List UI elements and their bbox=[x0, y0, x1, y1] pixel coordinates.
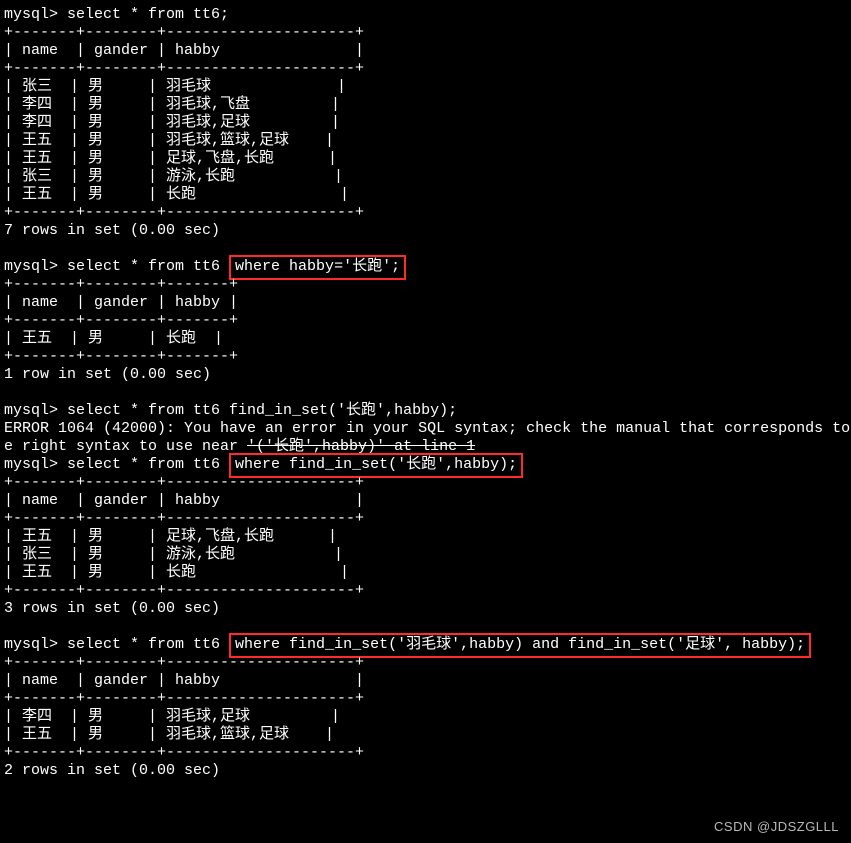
table-border: +-------+--------+---------------------+ bbox=[4, 474, 364, 491]
table-border: +-------+--------+-------+ bbox=[4, 276, 238, 293]
table-row: | 李四 | 男 | 羽毛球,足球 | bbox=[4, 114, 340, 131]
result-footer: 2 rows in set (0.00 sec) bbox=[4, 762, 220, 779]
table-header: | name | gander | habby | bbox=[4, 492, 364, 509]
highlight-where-1: where habby='长跑'; bbox=[229, 255, 406, 280]
table-header: | name | gander | habby | bbox=[4, 672, 364, 689]
mysql-prompt: mysql> bbox=[4, 636, 67, 653]
table-border: +-------+--------+---------------------+ bbox=[4, 690, 364, 707]
table-row: | 张三 | 男 | 游泳,长跑 | bbox=[4, 168, 343, 185]
table-row: | 李四 | 男 | 羽毛球,飞盘 | bbox=[4, 96, 340, 113]
sql-query-3: select * from tt6 find_in_set('长跑',habby… bbox=[67, 402, 457, 419]
result-footer: 7 rows in set (0.00 sec) bbox=[4, 222, 220, 239]
table-row: | 李四 | 男 | 羽毛球,足球 | bbox=[4, 708, 340, 725]
table-border: +-------+--------+---------------------+ bbox=[4, 582, 364, 599]
sql-query-2-pre: select * from tt6 bbox=[67, 258, 229, 275]
mysql-prompt: mysql> bbox=[4, 456, 67, 473]
table-row: | 王五 | 男 | 足球,飞盘,长跑 | bbox=[4, 150, 337, 167]
table-header: | name | gander | habby | bbox=[4, 42, 364, 59]
terminal-output: mysql> select * from tt6;+-------+------… bbox=[0, 0, 851, 843]
table-row: | 王五 | 男 | 长跑 | bbox=[4, 330, 223, 347]
table-border: +-------+--------+---------------------+ bbox=[4, 204, 364, 221]
table-row: | 王五 | 男 | 羽毛球,篮球,足球 | bbox=[4, 132, 334, 149]
table-border: +-------+--------+---------------------+ bbox=[4, 24, 364, 41]
sql-query-4-pre: select * from tt6 bbox=[67, 456, 229, 473]
table-row: | 王五 | 男 | 羽毛球,篮球,足球 | bbox=[4, 726, 334, 743]
table-border: +-------+--------+---------------------+ bbox=[4, 510, 364, 527]
mysql-prompt: mysql> bbox=[4, 402, 67, 419]
mysql-prompt: mysql> bbox=[4, 6, 67, 23]
table-border: +-------+--------+---------------------+ bbox=[4, 60, 364, 77]
table-border: +-------+--------+---------------------+ bbox=[4, 654, 364, 671]
result-footer: 3 rows in set (0.00 sec) bbox=[4, 600, 220, 617]
table-border: +-------+--------+---------------------+ bbox=[4, 744, 364, 761]
error-message-line1: ERROR 1064 (42000): You have an error in… bbox=[4, 420, 850, 437]
table-row: | 王五 | 男 | 足球,飞盘,长跑 | bbox=[4, 528, 337, 545]
table-border: +-------+--------+-------+ bbox=[4, 312, 238, 329]
result-footer: 1 row in set (0.00 sec) bbox=[4, 366, 211, 383]
sql-query-5-pre: select * from tt6 bbox=[67, 636, 229, 653]
table-row: | 王五 | 男 | 长跑 | bbox=[4, 186, 349, 203]
watermark: CSDN @JDSZGLLL bbox=[714, 819, 839, 835]
mysql-prompt: mysql> bbox=[4, 258, 67, 275]
table-row: | 张三 | 男 | 游泳,长跑 | bbox=[4, 546, 343, 563]
table-row: | 张三 | 男 | 羽毛球 | bbox=[4, 78, 346, 95]
table-header: | name | gander | habby | bbox=[4, 294, 238, 311]
table-border: +-------+--------+-------+ bbox=[4, 348, 238, 365]
sql-query-1: select * from tt6; bbox=[67, 6, 229, 23]
table-row: | 王五 | 男 | 长跑 | bbox=[4, 564, 349, 581]
